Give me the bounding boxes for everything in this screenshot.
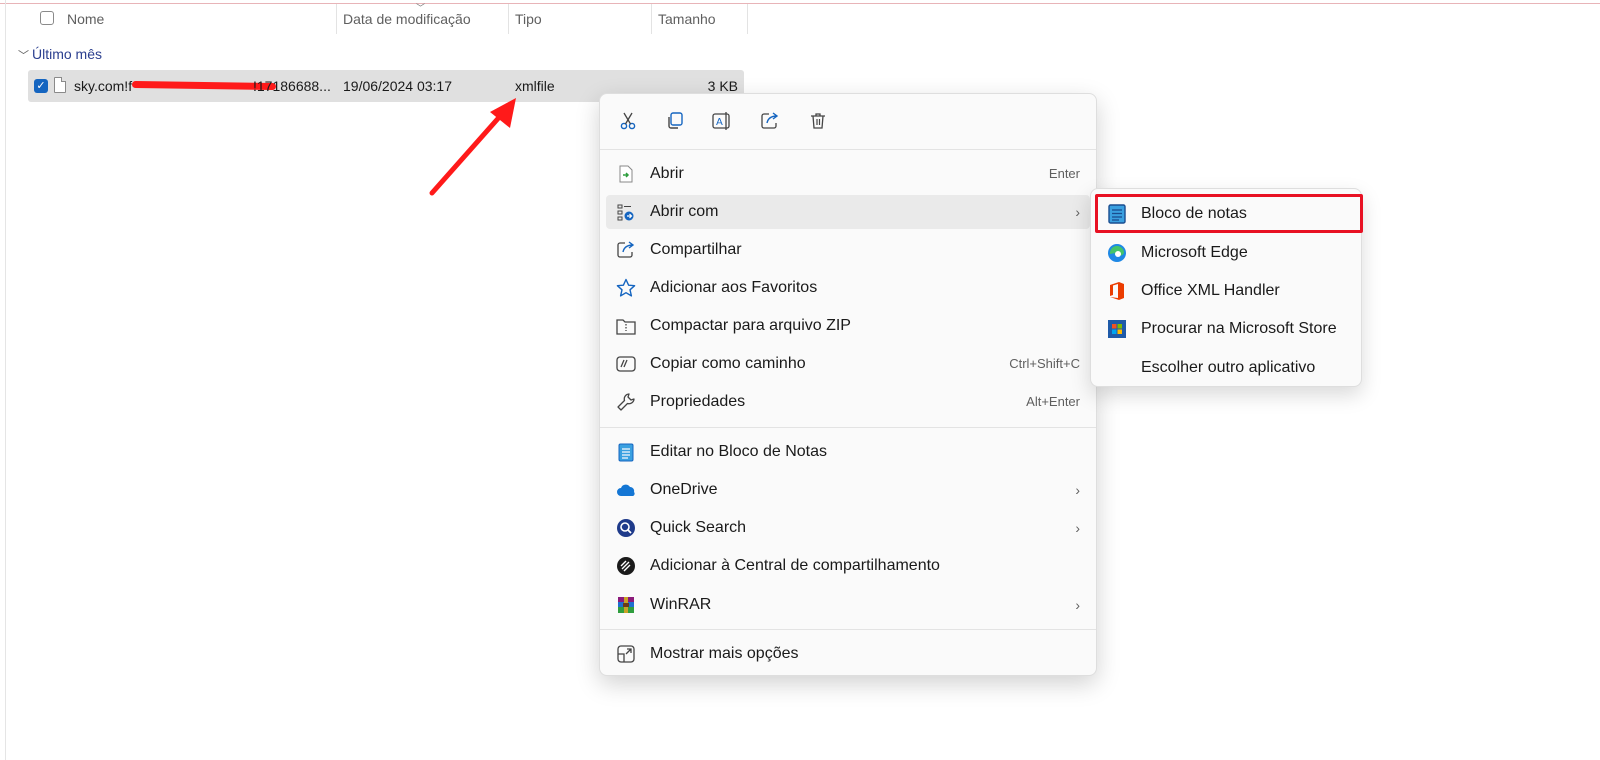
submenu-item-edge[interactable]: Microsoft Edge [1097, 236, 1355, 270]
group-header[interactable]: ﹀ Último mês [18, 44, 102, 64]
context-menu: A Abrir Enter Abrir com › Compartilhar A… [599, 93, 1097, 676]
quick-actions-bar: A [600, 94, 1096, 149]
more-options-icon [616, 644, 636, 664]
office-icon [1107, 281, 1127, 301]
zip-icon [616, 316, 636, 336]
submenu-item-label: Office XML Handler [1141, 282, 1280, 299]
menu-item-compactar-zip[interactable]: Compactar para arquivo ZIP [606, 309, 1090, 343]
submenu-item-office-xml[interactable]: Office XML Handler [1097, 274, 1355, 308]
notepad-icon [616, 442, 636, 462]
annotation-highlight-box [1095, 194, 1363, 233]
group-label: Último mês [32, 46, 103, 62]
copy-icon[interactable] [664, 110, 686, 132]
edge-icon [1107, 243, 1127, 263]
menu-item-editar-bloco-notas[interactable]: Editar no Bloco de Notas [606, 435, 1090, 469]
delete-icon[interactable] [807, 110, 829, 132]
column-date-modified[interactable]: Data de modificação [343, 4, 471, 34]
menu-item-central-compartilhamento[interactable]: Adicionar à Central de compartilhamento [606, 549, 1090, 583]
menu-separator [600, 149, 1096, 150]
file-name-end: !17186688... [253, 78, 331, 94]
share-icon [616, 240, 636, 260]
chevron-down-icon: ﹀ [18, 50, 29, 62]
menu-item-propriedades[interactable]: Propriedades Alt+Enter [606, 385, 1090, 419]
menu-item-label: Abrir [650, 165, 684, 182]
open-icon [616, 164, 636, 184]
submenu-item-label: Escolher outro aplicativo [1141, 359, 1316, 376]
shortcut-label: Enter [1048, 166, 1080, 181]
submenu-item-microsoft-store[interactable]: Procurar na Microsoft Store [1097, 312, 1355, 346]
share-hub-icon [616, 556, 636, 576]
menu-item-label: Adicionar aos Favoritos [650, 279, 818, 296]
row-checkbox[interactable]: ✓ [34, 79, 48, 93]
column-size[interactable]: Tamanho [658, 4, 716, 34]
menu-item-label: Adicionar à Central de compartilhamento [650, 557, 940, 574]
file-name-start: sky.com!f [74, 78, 133, 94]
wrench-icon [616, 392, 636, 412]
column-header: Nome ﹀ Data de modificação Tipo Tamanho [0, 3, 760, 34]
menu-item-compartilhar[interactable]: Compartilhar [606, 233, 1090, 267]
chevron-right-icon: › [1075, 482, 1080, 498]
menu-item-abrir-com[interactable]: Abrir com › [606, 195, 1090, 229]
open-with-icon [616, 202, 636, 222]
file-icon [54, 77, 66, 93]
menu-item-label: Copiar como caminho [650, 355, 806, 372]
menu-item-label: WinRAR [650, 596, 712, 613]
menu-item-favoritos[interactable]: Adicionar aos Favoritos [606, 271, 1090, 305]
menu-item-copiar-caminho[interactable]: Copiar como caminho Ctrl+Shift+C [606, 347, 1090, 381]
select-all-checkbox[interactable] [40, 11, 54, 25]
menu-item-mais-opcoes[interactable]: Mostrar mais opções [606, 637, 1090, 671]
menu-item-abrir[interactable]: Abrir Enter [606, 157, 1090, 191]
chevron-right-icon: › [1075, 597, 1080, 613]
menu-item-quick-search[interactable]: Quick Search › [606, 511, 1090, 545]
menu-item-label: Editar no Bloco de Notas [650, 443, 827, 460]
submenu-item-label: Procurar na Microsoft Store [1141, 320, 1337, 337]
menu-separator [600, 427, 1096, 428]
submenu-item-outro-aplicativo[interactable]: Escolher outro aplicativo [1097, 351, 1355, 385]
menu-item-label: Propriedades [650, 393, 746, 410]
open-with-submenu: Bloco de notas Microsoft Edge Office XML… [1090, 188, 1363, 387]
menu-item-winrar[interactable]: WinRAR › [606, 588, 1090, 622]
menu-item-onedrive[interactable]: OneDrive › [606, 473, 1090, 507]
menu-item-label: OneDrive [650, 481, 718, 498]
menu-item-label: Compactar para arquivo ZIP [650, 317, 851, 334]
winrar-icon [616, 595, 636, 615]
cut-icon[interactable] [617, 110, 639, 132]
copy-path-icon [616, 354, 636, 374]
menu-item-label: Compartilhar [650, 241, 742, 258]
shortcut-label: Alt+Enter [1026, 394, 1080, 409]
column-divider[interactable] [747, 4, 748, 34]
column-divider[interactable] [651, 4, 652, 34]
menu-item-label: Mostrar mais opções [650, 645, 799, 662]
submenu-item-label: Microsoft Edge [1141, 244, 1248, 261]
chevron-right-icon: › [1075, 520, 1080, 536]
quick-search-icon [616, 518, 636, 538]
column-name[interactable]: Nome [67, 4, 104, 34]
menu-separator [600, 629, 1096, 630]
column-type[interactable]: Tipo [515, 4, 542, 34]
share-icon[interactable] [759, 110, 781, 132]
store-icon [1107, 319, 1127, 339]
chevron-right-icon: › [1075, 204, 1080, 220]
onedrive-icon [616, 480, 636, 500]
rename-icon[interactable]: A [711, 110, 733, 132]
star-icon [616, 278, 636, 298]
shortcut-label: Ctrl+Shift+C [1009, 356, 1080, 371]
menu-item-label: Quick Search [650, 519, 747, 536]
menu-item-label: Abrir com [650, 203, 719, 220]
column-divider[interactable] [336, 4, 337, 34]
annotation-arrow [429, 98, 516, 196]
column-divider[interactable] [508, 4, 509, 34]
left-pane-divider [5, 0, 6, 760]
svg-text:A: A [716, 117, 723, 128]
